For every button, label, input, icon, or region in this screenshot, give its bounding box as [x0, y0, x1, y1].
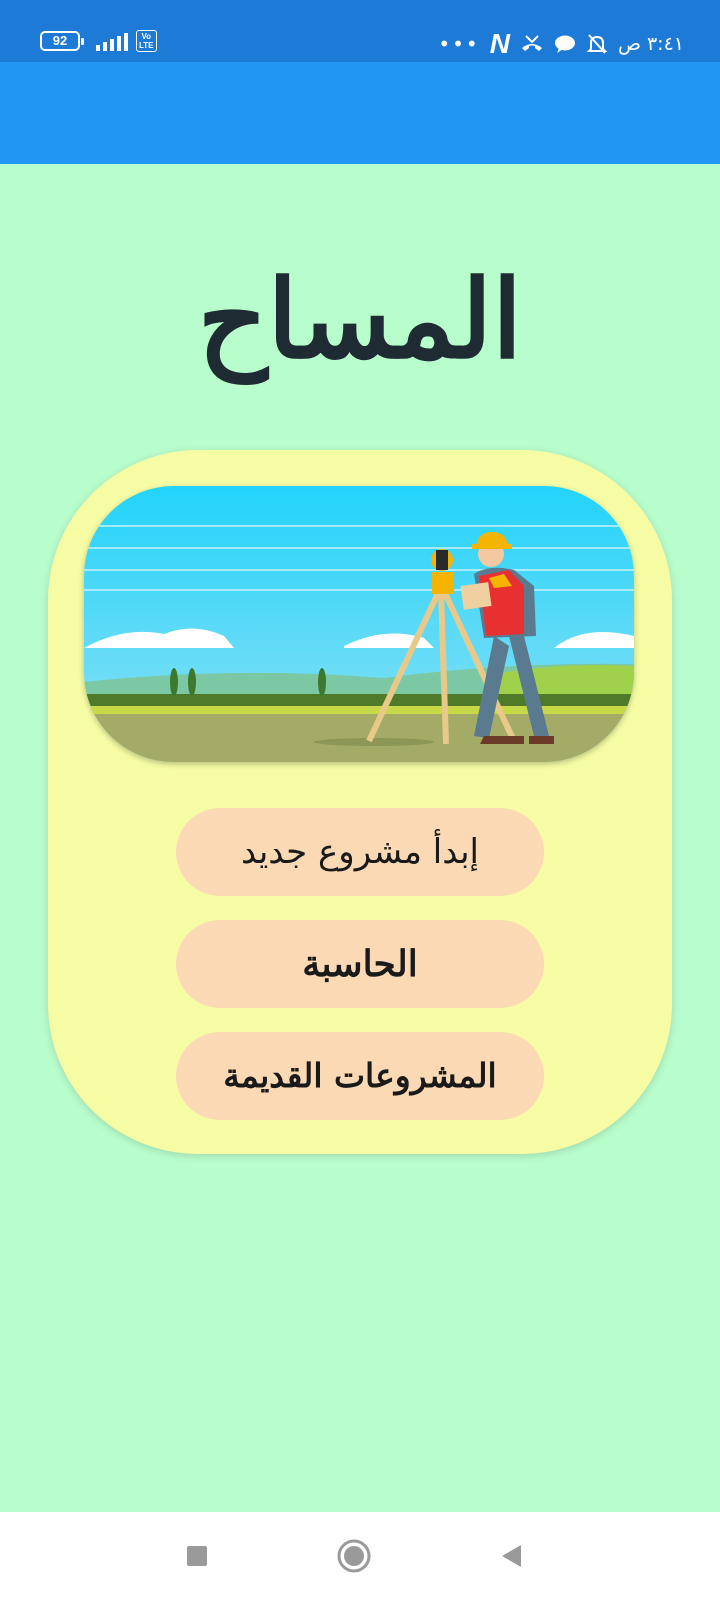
calculator-button[interactable]: الحاسبة [176, 920, 544, 1008]
surveyor-illustration [84, 486, 634, 762]
status-time: ٣:٤١ ص [617, 33, 684, 55]
back-button[interactable] [490, 1534, 534, 1578]
circle-icon [337, 1539, 371, 1573]
more-notifications-icon: ••• [438, 32, 480, 56]
status-bar: 92 Vo LTE ••• N ٣:٤١ ص [0, 0, 720, 62]
status-left: 92 Vo LTE [40, 30, 157, 52]
battery-icon: 92 [40, 31, 84, 51]
signal-icon [96, 31, 128, 51]
status-right: ••• N ٣:٤١ ص [438, 28, 684, 60]
recents-button[interactable] [175, 1534, 219, 1578]
notification-app-icon: N [489, 28, 510, 59]
main-content: المساح إبدأ مشروع جديد الحاسبة المشروعات… [0, 164, 720, 1512]
volte-icon: Vo LTE [136, 30, 157, 52]
menu-card: إبدأ مشروع جديد الحاسبة المشروعات القديم… [48, 450, 672, 1154]
navigation-bar [0, 1512, 720, 1600]
home-button[interactable] [332, 1534, 376, 1578]
square-icon [187, 1546, 207, 1566]
app-bar [0, 62, 720, 164]
battery-level: 92 [52, 33, 68, 48]
old-projects-button[interactable]: المشروعات القديمة [176, 1032, 544, 1120]
bell-off-icon [586, 34, 608, 54]
triangle-back-icon [502, 1545, 521, 1567]
app-title: المساح [197, 257, 523, 383]
missed-call-icon [521, 35, 542, 51]
chat-bubble-icon [554, 35, 575, 53]
new-project-button[interactable]: إبدأ مشروع جديد [176, 808, 544, 896]
